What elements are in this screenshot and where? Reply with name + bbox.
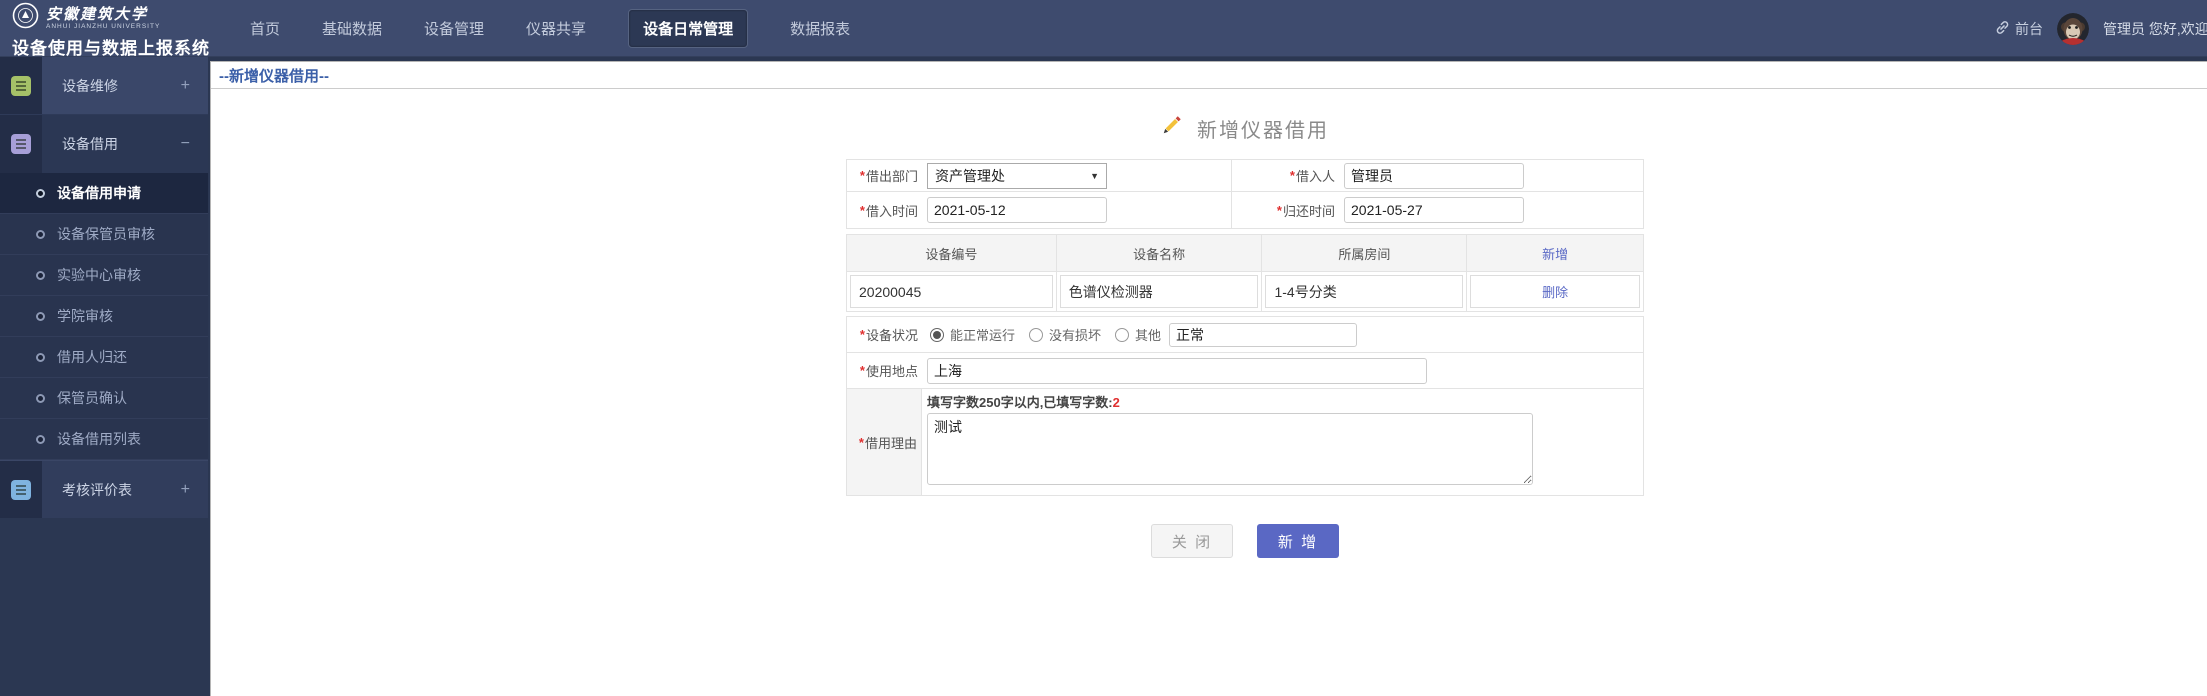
form-detail-table: *设备状况 能正常运行 没有损坏 其他 *使用地点 [846,316,1644,496]
col-device-code: 设备编号 [847,235,1057,271]
radio-no-damage[interactable] [1029,328,1043,342]
link-icon [1995,20,2010,38]
system-title: 设备使用与数据上报系统 [12,34,208,59]
menu-list-icon [11,480,31,500]
user-avatar[interactable] [2057,13,2089,45]
col-device-name: 设备名称 [1057,235,1263,271]
char-count: 2 [1113,395,1120,410]
menu-list-icon [11,134,31,154]
close-button[interactable]: 关 闭 [1151,524,1233,558]
user-greeting: 管理员 您好,欢迎登 [2103,19,2207,39]
radio-can-run[interactable] [930,328,944,342]
pencil-icon [1161,114,1183,142]
breadcrumb: --新增仪器借用-- [211,62,2207,89]
sidebar-item-lab-center-review[interactable]: 实验中心审核 [0,255,208,296]
bullet-icon [36,394,45,403]
device-table-row: 20200045 色谱仪检测器 1-4号分类 删除 [847,271,1643,311]
return-time-label: *归还时间 [1232,192,1339,228]
form-basic-table: *借出部门 资产管理处 ▼ *借入人 *借入时间 [846,159,1644,229]
borrow-form: 新增仪器借用 *借出部门 资产管理处 ▼ *借入人 [846,113,1644,558]
reason-char-hint: 填写字数250字以内,已填写字数:2 [927,393,1643,413]
header-right: 前台 管理员 您好,欢迎登 [1995,0,2207,57]
university-name-cn: 安徽建筑大学 [46,7,160,22]
status-other-input[interactable] [1169,323,1357,347]
form-title-text: 新增仪器借用 [1197,114,1329,143]
nav-item-device-management[interactable]: 设备管理 [424,18,484,39]
expand-plus-icon: + [181,77,208,95]
expand-plus-icon: + [181,481,208,499]
university-name-en: ANHUI JIANZHU UNIVERSITY [46,23,160,30]
nav-item-basic-data[interactable]: 基础数据 [322,18,382,39]
borrower-label: *借入人 [1232,160,1339,191]
nav-item-data-report[interactable]: 数据报表 [790,18,850,39]
col-device-room: 所属房间 [1262,235,1467,271]
use-place-label: *使用地点 [847,353,922,388]
bullet-icon [36,312,45,321]
bullet-icon [36,271,45,280]
borrower-input[interactable] [1344,163,1524,189]
sidebar-group-device-borrow[interactable]: 设备借用 − [0,115,208,173]
sidebar-item-borrower-return[interactable]: 借用人归还 [0,337,208,378]
radio-other[interactable] [1115,328,1129,342]
device-room-cell[interactable]: 1-4号分类 [1265,275,1463,308]
bullet-icon [36,353,45,362]
sidebar: 设备维修 + 设备借用 − 设备借用申请 设备保管员审核 实验中心审核 学院审核… [0,57,208,696]
device-status-radio-group: 能正常运行 没有损坏 其他 [922,323,1643,347]
sidebar-submenu-device-borrow: 设备借用申请 设备保管员审核 实验中心审核 学院审核 借用人归还 保管员确认 设… [0,173,208,460]
return-time-input[interactable] [1344,197,1524,223]
reason-label: *借用理由 [847,389,922,495]
nav-item-instrument-sharing[interactable]: 仪器共享 [526,18,586,39]
main-nav: 首页 基础数据 设备管理 仪器共享 设备日常管理 数据报表 [250,0,850,57]
device-table: 设备编号 设备名称 所属房间 新增 20200045 色谱仪检测器 1-4号分类… [846,234,1644,312]
sidebar-item-borrow-list[interactable]: 设备借用列表 [0,419,208,460]
frontend-link[interactable]: 前台 [1995,19,2043,39]
sidebar-item-borrow-apply[interactable]: 设备借用申请 [0,173,208,214]
bullet-icon [36,230,45,239]
collapse-minus-icon: − [181,135,208,153]
borrow-time-input[interactable] [927,197,1107,223]
device-name-cell[interactable]: 色谱仪检测器 [1060,275,1259,308]
use-place-input[interactable] [927,358,1427,384]
sidebar-item-custodian-review[interactable]: 设备保管员审核 [0,214,208,255]
top-header: 安徽建筑大学 ANHUI JIANZHU UNIVERSITY 设备使用与数据上… [0,0,2207,57]
sidebar-group-device-repair[interactable]: 设备维修 + [0,57,208,115]
device-code-cell[interactable]: 20200045 [850,275,1053,308]
content-panel: --新增仪器借用-- 新增仪器借用 *借出部门 资产管理处 [210,61,2207,696]
add-device-row-link[interactable]: 新增 [1542,244,1568,263]
lend-dept-select[interactable]: 资产管理处 ▼ [927,163,1107,189]
chevron-down-icon: ▼ [1090,171,1099,181]
bullet-icon [36,189,45,198]
bullet-icon [36,435,45,444]
nav-item-daily-management[interactable]: 设备日常管理 [628,9,748,48]
reason-textarea[interactable]: 测试 [927,413,1533,485]
lend-dept-label: *借出部门 [847,160,922,191]
device-table-header: 设备编号 设备名称 所属房间 新增 [847,235,1643,271]
nav-item-home[interactable]: 首页 [250,18,280,39]
submit-add-button[interactable]: 新 增 [1257,524,1339,558]
sidebar-group-assessment[interactable]: 考核评价表 + [0,460,208,518]
device-status-label: *设备状况 [847,317,922,352]
delete-device-row-link[interactable]: 删除 [1542,282,1568,301]
app-logo-block: 安徽建筑大学 ANHUI JIANZHU UNIVERSITY 设备使用与数据上… [0,0,208,57]
sidebar-item-college-review[interactable]: 学院审核 [0,296,208,337]
borrow-time-label: *借入时间 [847,192,922,228]
form-buttons: 关 闭 新 增 [846,524,1644,558]
sidebar-item-custodian-confirm[interactable]: 保管员确认 [0,378,208,419]
university-seal-icon [12,2,39,34]
form-title: 新增仪器借用 [846,113,1644,143]
menu-list-icon [11,76,31,96]
